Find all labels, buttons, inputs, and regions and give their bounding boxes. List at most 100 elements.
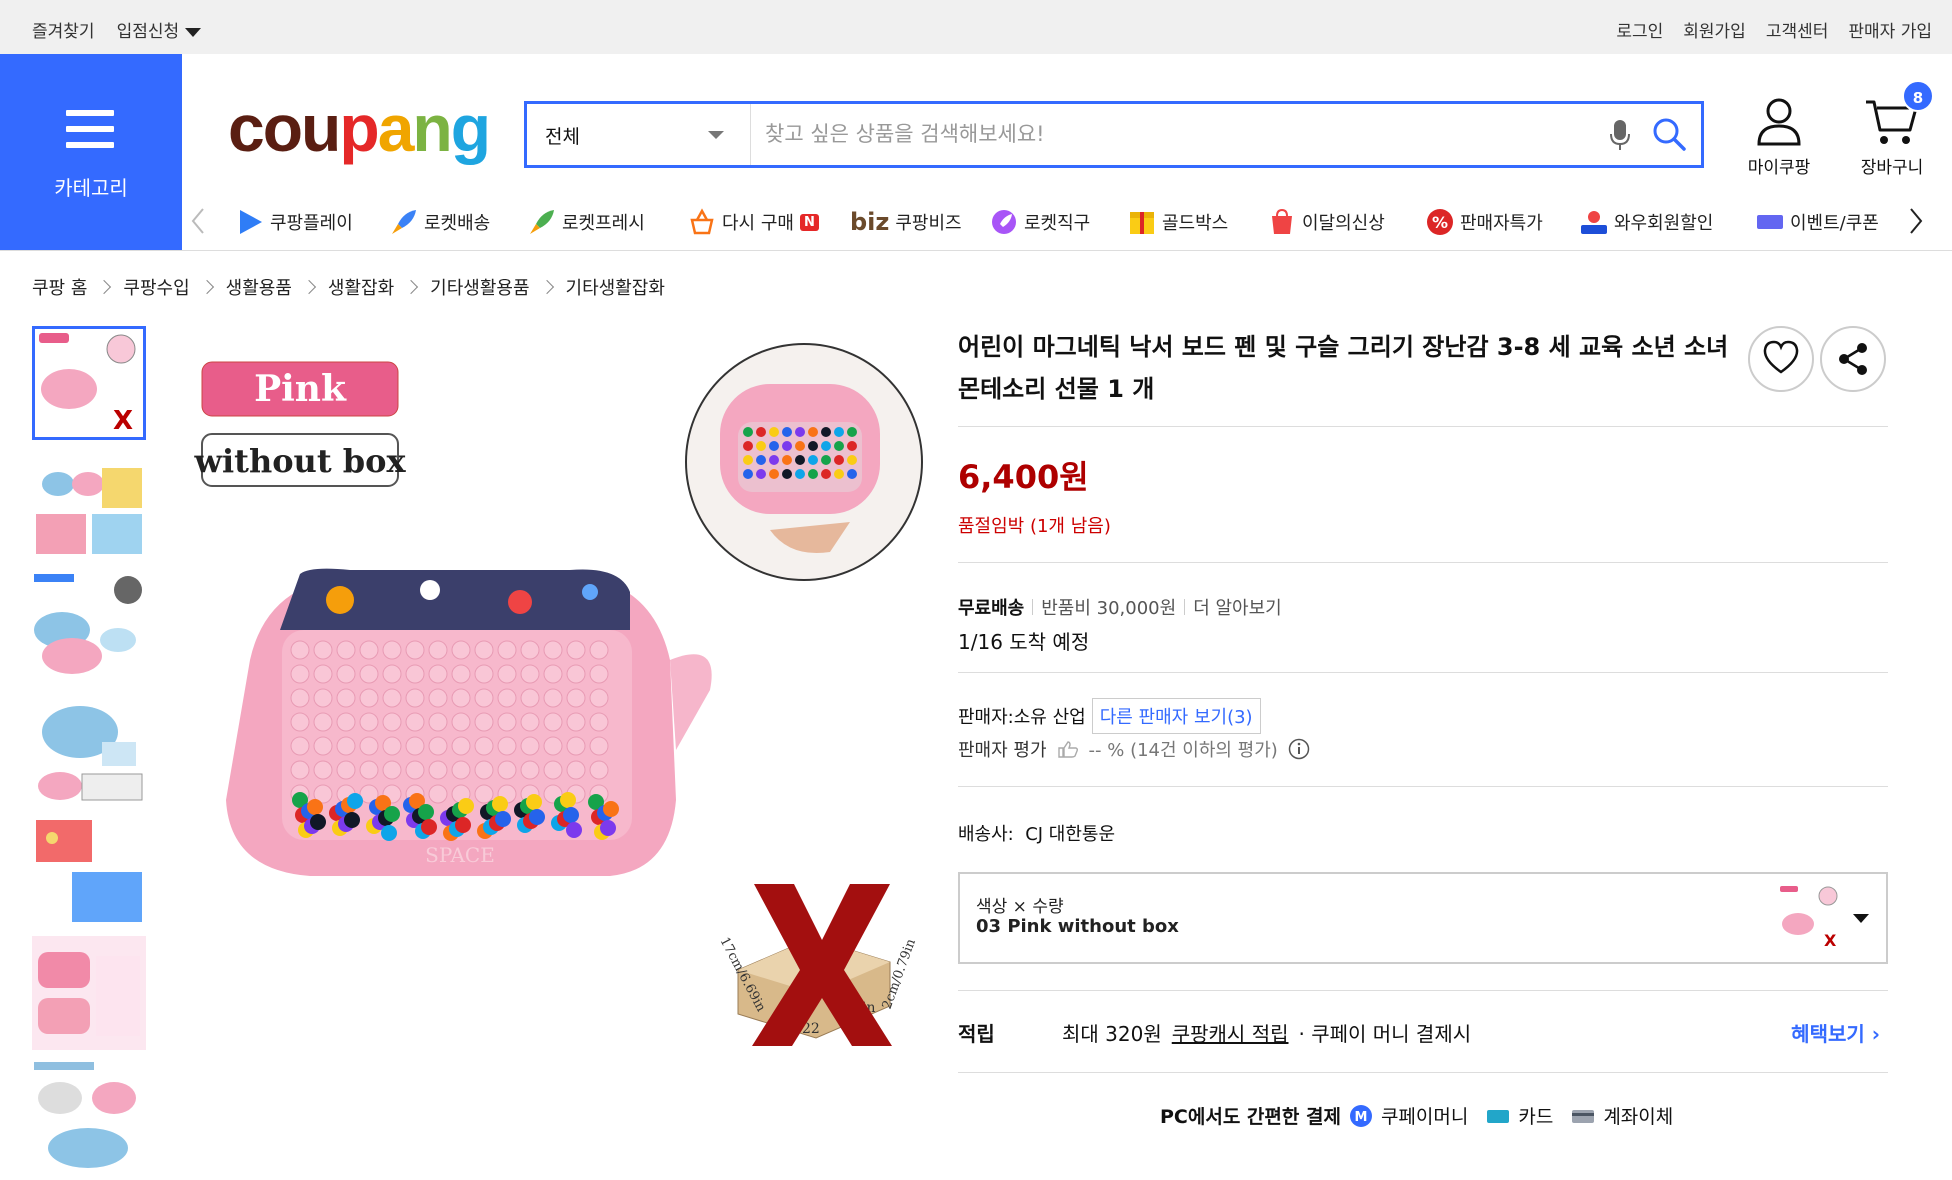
search-icon[interactable] — [1651, 116, 1687, 152]
favorites-link[interactable]: 즐겨찾기 — [32, 17, 95, 42]
divider — [1032, 599, 1034, 615]
global-icon — [992, 210, 1016, 234]
chevron-right-icon — [199, 279, 214, 295]
pay-card: 카드 — [1518, 1106, 1554, 1128]
breadcrumb-item[interactable]: 생활잡화 — [328, 274, 394, 300]
chevron-right-icon — [301, 279, 316, 295]
option-value: 03 Pink without box — [976, 916, 1179, 937]
search-scope-select[interactable]: 전체 — [527, 104, 751, 165]
divider — [958, 786, 1888, 787]
thumbnail-list: X — [32, 326, 148, 1180]
category-button[interactable]: 카테고리 — [0, 54, 182, 250]
microphone-icon[interactable] — [1609, 118, 1631, 152]
coupang-logo[interactable]: coupang — [228, 90, 491, 166]
product-title: 어린이 마그네틱 낙서 보드 펜 및 구슬 그리기 장난감 3-8 세 교육 소… — [958, 333, 1729, 403]
nav-item-coupang-play[interactable]: 쿠팡플레이 — [236, 208, 353, 236]
svg-text:X: X — [1824, 931, 1837, 950]
learn-more-link[interactable]: 더 알아보기 — [1193, 594, 1282, 620]
divider — [958, 1072, 1888, 1073]
chevron-right-icon — [97, 279, 112, 295]
divider — [958, 672, 1888, 673]
cart-count-badge: 8 — [1902, 80, 1934, 112]
main-product-image[interactable]: Pink without box SPACE 17cm/6.69in 2cm/0… — [190, 330, 930, 1060]
nav-item-event[interactable]: 이벤트/쿠폰 — [1756, 208, 1884, 236]
nav-item-rocket-fresh[interactable]: 로켓프레시 — [528, 208, 645, 236]
nav-item-biz[interactable]: biz 쿠팡비즈 — [850, 208, 962, 236]
nav-item-global[interactable]: 로켓직구 — [990, 208, 1090, 236]
arrival-date: 1/16 도착 예정 — [958, 630, 1090, 654]
seller-info: 판매자:소유 산업 다른 판매자 보기(3) — [958, 698, 1261, 734]
product-thumbnail[interactable] — [32, 814, 146, 928]
search-input[interactable] — [765, 116, 1565, 152]
breadcrumb-item[interactable]: 기타생활용품 — [430, 274, 529, 300]
breadcrumb-item[interactable]: 기타생활잡화 — [566, 274, 665, 300]
nav-item-rebuy[interactable]: 다시 구매 N — [688, 208, 819, 236]
nav-label: 쿠팡플레이 — [270, 213, 353, 234]
nav-label: 로켓배송 — [424, 213, 491, 234]
benefit-link[interactable]: 혜택보기 › — [1791, 1018, 1880, 1047]
reward-max: 최대 320원 — [1062, 1022, 1162, 1046]
payment-methods: PC에서도 간편한 결제 M 쿠페이머니 카드 계좌이체 — [1160, 1102, 1673, 1129]
seller-name[interactable]: 소유 산업 — [1014, 707, 1086, 728]
new-badge: N — [799, 213, 819, 231]
product-thumbnail[interactable]: X — [32, 326, 146, 440]
product-thumbnail[interactable] — [32, 692, 146, 806]
breadcrumb-item[interactable]: 생활용품 — [226, 274, 292, 300]
reward-condition: · 쿠페이 머니 결제시 — [1298, 1022, 1472, 1046]
coupang-cash-link[interactable]: 쿠팡캐시 적립 — [1172, 1018, 1289, 1047]
nav-divider — [0, 250, 1952, 251]
coupon-icon — [1757, 215, 1783, 229]
nav-label: 로켓직구 — [1024, 213, 1091, 234]
chevron-right-icon[interactable] — [1908, 206, 1924, 236]
info-icon[interactable] — [1288, 738, 1310, 760]
courier-info: 배송사: CJ 대한통운 — [958, 820, 1115, 846]
chevron-left-icon[interactable] — [190, 206, 206, 236]
product-thumbnail[interactable] — [32, 448, 146, 562]
breadcrumb-item[interactable]: 쿠팡 홈 — [32, 274, 87, 300]
nav-item-seller-deals[interactable]: % 판매자특가 — [1426, 208, 1543, 236]
support-link[interactable]: 고객센터 — [1766, 17, 1829, 42]
courier-label: 배송사: — [958, 824, 1014, 845]
rebuy-icon — [690, 208, 714, 235]
login-link[interactable]: 로그인 — [1616, 17, 1663, 42]
seller-rating-value: -- % (14건 이하의 평가) — [1088, 740, 1278, 761]
chevron-down-icon — [708, 131, 724, 139]
divider — [958, 426, 1888, 427]
nav-label: 쿠팡비즈 — [895, 213, 962, 234]
pay-money: 쿠페이머니 — [1380, 1106, 1469, 1128]
divider — [1184, 599, 1186, 615]
product-info-panel: 어린이 마그네틱 낙서 보드 펜 및 구슬 그리기 장난감 3-8 세 교육 소… — [958, 326, 1888, 1128]
wishlist-button[interactable] — [1748, 326, 1814, 392]
reward-info: 적립 최대 320원 쿠팡캐시 적립 · 쿠페이 머니 결제시 — [958, 1018, 1471, 1047]
nav-label: 와우회원할인 — [1614, 213, 1714, 234]
stock-status: 품절임박 (1개 남음) — [958, 516, 1111, 537]
option-select[interactable]: 색상 × 수량 03 Pink without box X — [958, 872, 1888, 964]
toy-board-image: SPACE — [226, 568, 712, 876]
svg-text:without box: without box — [193, 442, 406, 480]
apply-label: 입점신청 — [116, 22, 180, 42]
svg-text:M: M — [1354, 1110, 1367, 1125]
signup-link[interactable]: 회원가입 — [1683, 17, 1746, 42]
product-thumbnail[interactable] — [32, 1058, 146, 1172]
card-icon — [1487, 1109, 1510, 1123]
seller-join-link[interactable]: 판매자 가입 — [1848, 17, 1932, 42]
pay-title: PC에서도 간편한 결제 — [1160, 1106, 1341, 1128]
shipping-info: 무료배송 반품비 30,000원 더 알아보기 — [958, 594, 1282, 620]
nav-item-wow[interactable]: 와우회원할인 — [1580, 208, 1713, 236]
nav-item-rocket[interactable]: 로켓배송 — [390, 208, 490, 236]
pay-account: 계좌이체 — [1603, 1106, 1674, 1128]
nav-item-goldbox[interactable]: 골드박스 — [1128, 208, 1228, 236]
apply-menu[interactable]: 입점신청 — [117, 17, 202, 42]
share-button[interactable] — [1820, 326, 1886, 392]
caret-down-icon — [185, 27, 202, 37]
chevron-down-icon — [1853, 914, 1869, 923]
breadcrumb-item[interactable]: 쿠팡수입 — [123, 274, 189, 300]
product-thumbnail[interactable] — [32, 570, 146, 684]
nav-item-new[interactable]: 이달의신상 — [1268, 208, 1385, 236]
my-coupang-button[interactable]: 마이쿠팡 — [1738, 96, 1820, 178]
without-box-tag: without box — [193, 433, 406, 487]
product-thumbnail[interactable] — [32, 936, 146, 1050]
other-sellers-button[interactable]: 다른 판매자 보기(3) — [1091, 698, 1261, 734]
seller-label: 판매자: — [958, 707, 1014, 728]
heart-icon — [1763, 340, 1799, 374]
